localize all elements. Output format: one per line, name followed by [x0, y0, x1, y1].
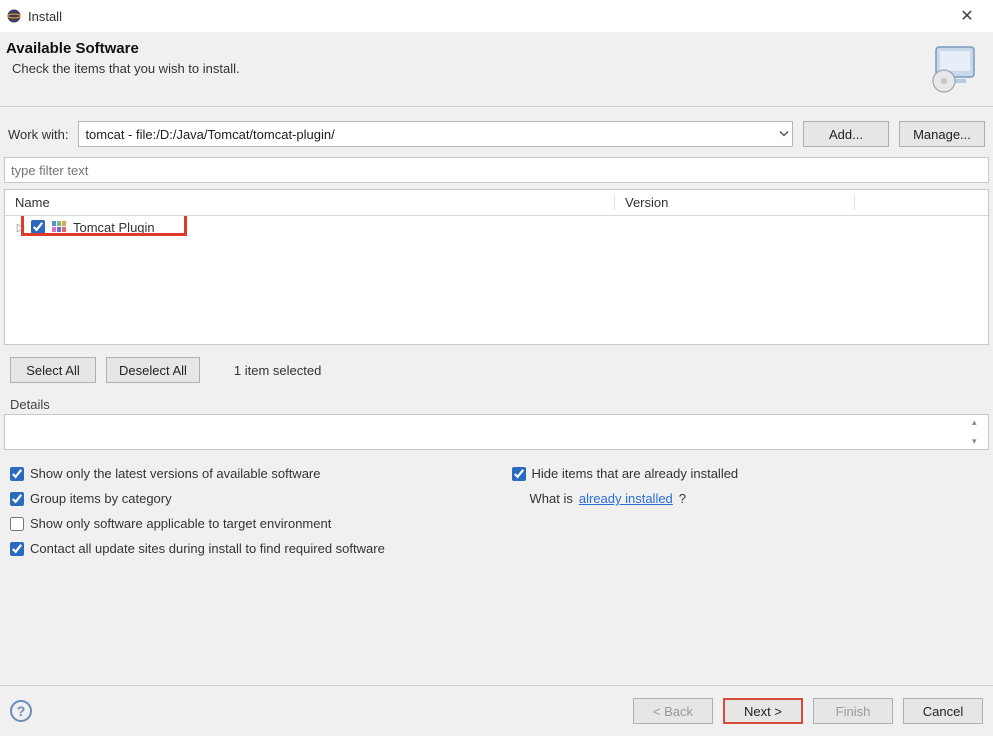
row-checkbox[interactable]	[31, 220, 45, 234]
selection-row: Select All Deselect All 1 item selected	[0, 345, 993, 391]
install-dialog: Install ✕ Available Software Check the i…	[0, 0, 993, 736]
details-legend: Details	[4, 393, 989, 414]
manage-button[interactable]: Manage...	[899, 121, 985, 147]
next-button[interactable]: Next >	[723, 698, 803, 724]
add-button[interactable]: Add...	[803, 121, 889, 147]
label-hide-installed: Hide items that are already installed	[532, 466, 739, 481]
page-title: Available Software	[6, 40, 240, 57]
install-banner-icon	[925, 40, 981, 96]
label-group-category: Group items by category	[30, 491, 172, 506]
option-hide-installed[interactable]: Hide items that are already installed	[512, 466, 984, 481]
column-name[interactable]: Name	[5, 195, 615, 210]
option-group-category[interactable]: Group items by category	[10, 491, 482, 506]
details-group: Details ▴▾	[4, 393, 989, 450]
work-with-combo[interactable]	[78, 121, 793, 147]
work-with-input[interactable]	[78, 121, 793, 147]
window-title: Install	[28, 9, 947, 24]
eclipse-icon	[6, 8, 22, 24]
selection-status: 1 item selected	[234, 363, 321, 378]
label-show-applicable: Show only software applicable to target …	[30, 516, 331, 531]
cancel-button[interactable]: Cancel	[903, 698, 983, 724]
details-textarea[interactable]: ▴▾	[4, 414, 989, 450]
whatis-row: What is already installed ?	[512, 491, 984, 506]
checkbox-hide-installed[interactable]	[512, 467, 526, 481]
filter-input[interactable]	[4, 157, 989, 183]
checkbox-contact-sites[interactable]	[10, 542, 24, 556]
work-with-row: Work with: Add... Manage...	[0, 107, 993, 157]
already-installed-link[interactable]: already installed	[579, 491, 673, 506]
expand-icon[interactable]: ▷	[15, 221, 27, 234]
software-table: Name Version ▷ Tomcat Plugi	[4, 189, 989, 345]
checkbox-group-category[interactable]	[10, 492, 24, 506]
table-header: Name Version	[5, 190, 988, 216]
help-icon[interactable]: ?	[10, 700, 32, 722]
option-show-latest[interactable]: Show only the latest versions of availab…	[10, 466, 482, 481]
row-label: Tomcat Plugin	[71, 220, 155, 235]
wizard-footer: ? < Back Next > Finish Cancel	[0, 685, 993, 736]
work-with-label: Work with:	[8, 127, 68, 142]
back-button[interactable]: < Back	[633, 698, 713, 724]
finish-button[interactable]: Finish	[813, 698, 893, 724]
table-body[interactable]: ▷ Tomcat Plugin	[5, 216, 988, 344]
titlebar: Install ✕	[0, 0, 993, 32]
details-scroll-icon[interactable]: ▴▾	[972, 417, 986, 447]
checkbox-show-latest[interactable]	[10, 467, 24, 481]
column-version[interactable]: Version	[615, 195, 855, 210]
label-show-latest: Show only the latest versions of availab…	[30, 466, 321, 481]
whatis-prefix: What is	[530, 491, 573, 506]
category-icon	[51, 220, 67, 234]
whatis-suffix: ?	[679, 491, 686, 506]
label-contact-sites: Contact all update sites during install …	[30, 541, 385, 556]
page-subtitle: Check the items that you wish to install…	[12, 61, 240, 76]
options-grid: Show only the latest versions of availab…	[0, 456, 993, 560]
close-icon[interactable]: ✕	[947, 2, 987, 30]
checkbox-show-applicable[interactable]	[10, 517, 24, 531]
dialog-header: Available Software Check the items that …	[0, 32, 993, 107]
option-contact-sites[interactable]: Contact all update sites during install …	[10, 541, 482, 556]
deselect-all-button[interactable]: Deselect All	[106, 357, 200, 383]
table-row[interactable]: ▷ Tomcat Plugin	[5, 216, 988, 238]
select-all-button[interactable]: Select All	[10, 357, 96, 383]
option-show-applicable[interactable]: Show only software applicable to target …	[10, 516, 482, 531]
